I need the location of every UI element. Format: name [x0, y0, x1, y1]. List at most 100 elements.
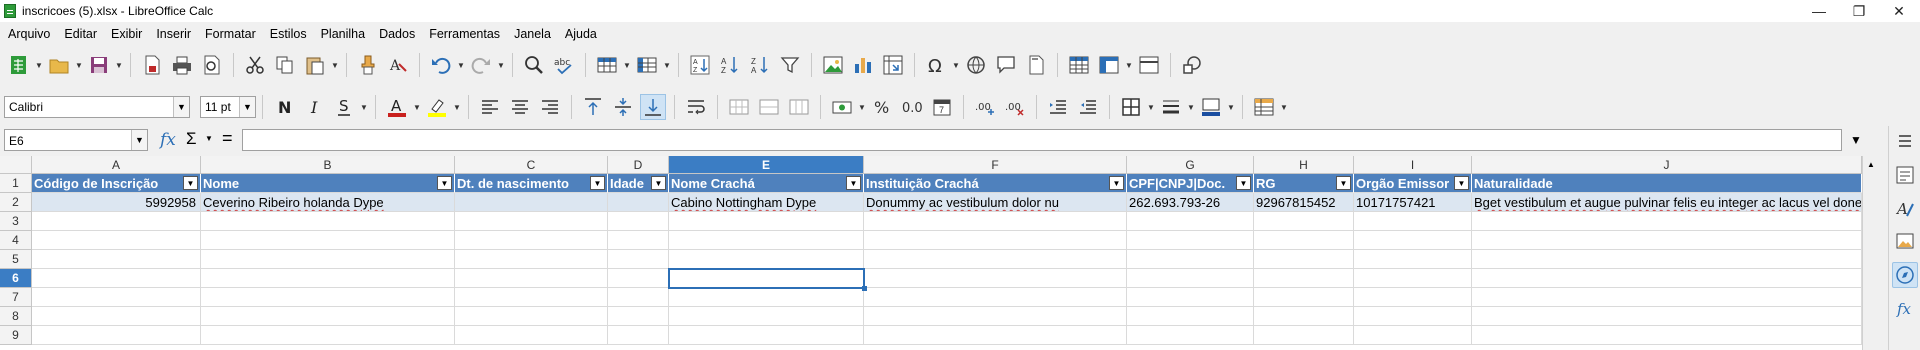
empty-cell[interactable] [1354, 231, 1472, 250]
row-header-4[interactable]: 4 [0, 231, 32, 250]
empty-cell[interactable] [864, 326, 1127, 345]
special-character-icon[interactable]: Ω [923, 52, 949, 78]
empty-cell[interactable] [864, 212, 1127, 231]
highlight-color-icon[interactable] [424, 94, 450, 120]
autofilter-icon[interactable] [777, 52, 803, 78]
table-header-cell[interactable]: Orgão Emissor ▼ [1354, 174, 1472, 193]
sort-ascending-icon[interactable]: AZ [717, 52, 743, 78]
column-header-b[interactable]: B [201, 156, 455, 174]
empty-cell[interactable] [608, 269, 669, 288]
menu-planilha[interactable]: Planilha [317, 27, 369, 41]
row-header-2[interactable]: 2 [0, 193, 32, 212]
empty-cell[interactable] [201, 307, 455, 326]
menu-janela[interactable]: Janela [510, 27, 555, 41]
spelling-icon[interactable]: abc [551, 52, 577, 78]
empty-cell[interactable] [1127, 288, 1254, 307]
conditional-dropdown-icon[interactable]: ▼ [1279, 94, 1289, 120]
table-cell[interactable] [608, 193, 669, 212]
empty-cell[interactable] [1472, 326, 1862, 345]
empty-cell[interactable] [1354, 250, 1472, 269]
column-header-g[interactable]: G [1127, 156, 1254, 174]
align-left-icon[interactable] [477, 94, 503, 120]
table-cell[interactable]: 92967815452 [1254, 193, 1354, 212]
table-cell[interactable] [455, 193, 608, 212]
split-window-icon[interactable] [1136, 52, 1162, 78]
empty-cell[interactable] [1254, 212, 1354, 231]
table-header-cell[interactable]: Nome ▼ [201, 174, 455, 193]
row-header-3[interactable]: 3 [0, 212, 32, 231]
active-cell-cursor[interactable] [668, 268, 867, 291]
row-header-6[interactable]: 6 [0, 269, 32, 288]
empty-cell[interactable] [1127, 269, 1254, 288]
delete-decimal-icon[interactable]: .00 [1002, 94, 1028, 120]
clone-formatting-icon[interactable] [355, 52, 381, 78]
table-cell[interactable]: 5992958 [32, 193, 201, 212]
empty-cell[interactable] [1354, 269, 1472, 288]
menu-estilos[interactable]: Estilos [266, 27, 311, 41]
autofilter-button-icon[interactable]: ▼ [651, 176, 666, 190]
empty-cell[interactable] [669, 307, 864, 326]
empty-cell[interactable] [1127, 250, 1254, 269]
find-replace-icon[interactable] [521, 52, 547, 78]
redo-dropdown-icon[interactable]: ▼ [496, 52, 506, 78]
empty-cell[interactable] [1354, 288, 1472, 307]
column-header-i[interactable]: I [1354, 156, 1472, 174]
expand-formula-bar-icon[interactable]: ▼ [1850, 133, 1862, 147]
close-button[interactable]: ✕ [1876, 0, 1920, 22]
column-header-c[interactable]: C [455, 156, 608, 174]
special-character-dropdown-icon[interactable]: ▼ [951, 52, 961, 78]
empty-cell[interactable] [669, 326, 864, 345]
currency-format-icon[interactable] [829, 94, 855, 120]
border-color-dropdown-icon[interactable]: ▼ [1226, 94, 1236, 120]
empty-cell[interactable] [1254, 307, 1354, 326]
underline-dropdown-icon[interactable]: ▼ [359, 94, 369, 120]
empty-cell[interactable] [1254, 288, 1354, 307]
open-folder-icon[interactable] [46, 52, 72, 78]
new-dropdown-icon[interactable]: ▼ [34, 52, 44, 78]
table-header-cell[interactable]: Nome Crachá ▼ [669, 174, 864, 193]
empty-cell[interactable] [864, 288, 1127, 307]
border-style-icon[interactable] [1158, 94, 1184, 120]
pivot-table-icon[interactable] [880, 52, 906, 78]
align-right-icon[interactable] [537, 94, 563, 120]
table-header-cell[interactable]: RG ▼ [1254, 174, 1354, 193]
empty-cell[interactable] [455, 288, 608, 307]
table-cell[interactable]: Bget vestibulum et augue pulvinar felis … [1472, 193, 1862, 212]
bold-icon[interactable]: N [271, 94, 297, 120]
autofilter-button-icon[interactable]: ▼ [590, 176, 605, 190]
chevron-down-icon[interactable]: ▼ [131, 130, 147, 150]
freeze-dropdown-icon[interactable]: ▼ [1124, 52, 1134, 78]
row-header-8[interactable]: 8 [0, 307, 32, 326]
empty-cell[interactable] [201, 288, 455, 307]
date-format-icon[interactable]: 7 [929, 94, 955, 120]
empty-cell[interactable] [1354, 326, 1472, 345]
empty-cell[interactable] [1254, 269, 1354, 288]
empty-cell[interactable] [608, 288, 669, 307]
export-pdf-icon[interactable] [139, 52, 165, 78]
empty-cell[interactable] [608, 307, 669, 326]
add-decimal-icon[interactable]: .00 [972, 94, 998, 120]
empty-cell[interactable] [32, 326, 201, 345]
sort-icon[interactable]: AZ [687, 52, 713, 78]
insert-image-icon[interactable] [820, 52, 846, 78]
table-cell[interactable]: 262.693.793-26 [1127, 193, 1254, 212]
styles-icon[interactable]: A [1892, 196, 1918, 222]
define-print-area-icon[interactable] [1066, 52, 1092, 78]
empty-cell[interactable] [1472, 212, 1862, 231]
empty-cell[interactable] [669, 250, 864, 269]
table-header-cell[interactable]: Código de Inscrição ▼ [32, 174, 201, 193]
sort-descending-icon[interactable]: ZA [747, 52, 773, 78]
vertical-scrollbar[interactable]: ▲ [1862, 156, 1880, 350]
column-icon[interactable] [634, 52, 660, 78]
scroll-up-icon[interactable]: ▲ [1867, 160, 1875, 169]
align-top-icon[interactable] [580, 94, 606, 120]
empty-cell[interactable] [455, 250, 608, 269]
navigator-icon[interactable] [1892, 262, 1918, 288]
empty-cell[interactable] [1472, 269, 1862, 288]
autofilter-button-icon[interactable]: ▼ [846, 176, 861, 190]
autofilter-button-icon[interactable]: ▼ [1454, 176, 1469, 190]
empty-cell[interactable] [201, 269, 455, 288]
column-header-h[interactable]: H [1254, 156, 1354, 174]
autofilter-button-icon[interactable]: ▼ [1236, 176, 1251, 190]
empty-cell[interactable] [1127, 212, 1254, 231]
